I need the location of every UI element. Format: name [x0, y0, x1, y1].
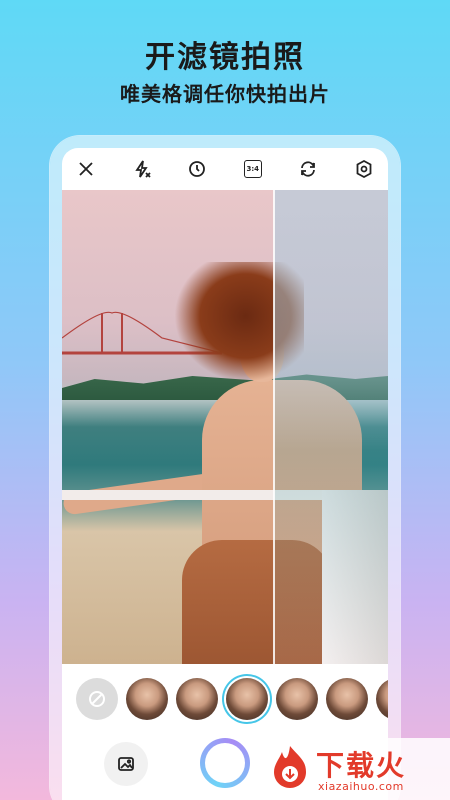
- filter-none-button[interactable]: [76, 678, 118, 720]
- watermark: 下载火 xiazaihuo.com: [262, 738, 450, 800]
- compare-divider[interactable]: [273, 190, 275, 664]
- timer-icon[interactable]: [185, 157, 209, 181]
- hero-title: 开滤镜拍照: [145, 40, 305, 75]
- flash-auto-icon[interactable]: [130, 157, 154, 181]
- filter-thumb[interactable]: [126, 678, 168, 720]
- shutter-button[interactable]: [200, 738, 250, 788]
- filter-thumb[interactable]: [376, 678, 388, 720]
- settings-icon[interactable]: [352, 157, 376, 181]
- camera-toolbar: 3:4: [62, 148, 388, 190]
- watermark-domain: xiazaihuo.com: [318, 780, 404, 793]
- no-filter-icon: [89, 691, 105, 707]
- watermark-title: 下载火: [316, 749, 407, 782]
- filter-thumb[interactable]: [276, 678, 318, 720]
- filter-compare-overlay: [274, 190, 388, 664]
- flame-logo: [274, 746, 306, 788]
- switch-camera-icon[interactable]: [296, 157, 320, 181]
- gallery-button[interactable]: [104, 742, 148, 786]
- camera-preview[interactable]: [62, 190, 388, 664]
- shutter-inner: [205, 743, 245, 783]
- filter-thumb[interactable]: [326, 678, 368, 720]
- filter-strip: [62, 664, 388, 734]
- hero-subtitle: 唯美格调任你快拍出片: [120, 82, 330, 106]
- ratio-label: 3:4: [243, 160, 262, 178]
- close-icon[interactable]: [74, 157, 98, 181]
- filter-thumb[interactable]: [176, 678, 218, 720]
- ratio-icon[interactable]: 3:4: [241, 157, 265, 181]
- filter-thumb-selected[interactable]: [226, 678, 268, 720]
- gallery-icon: [118, 757, 134, 771]
- camera-screen: 3:4: [62, 148, 388, 800]
